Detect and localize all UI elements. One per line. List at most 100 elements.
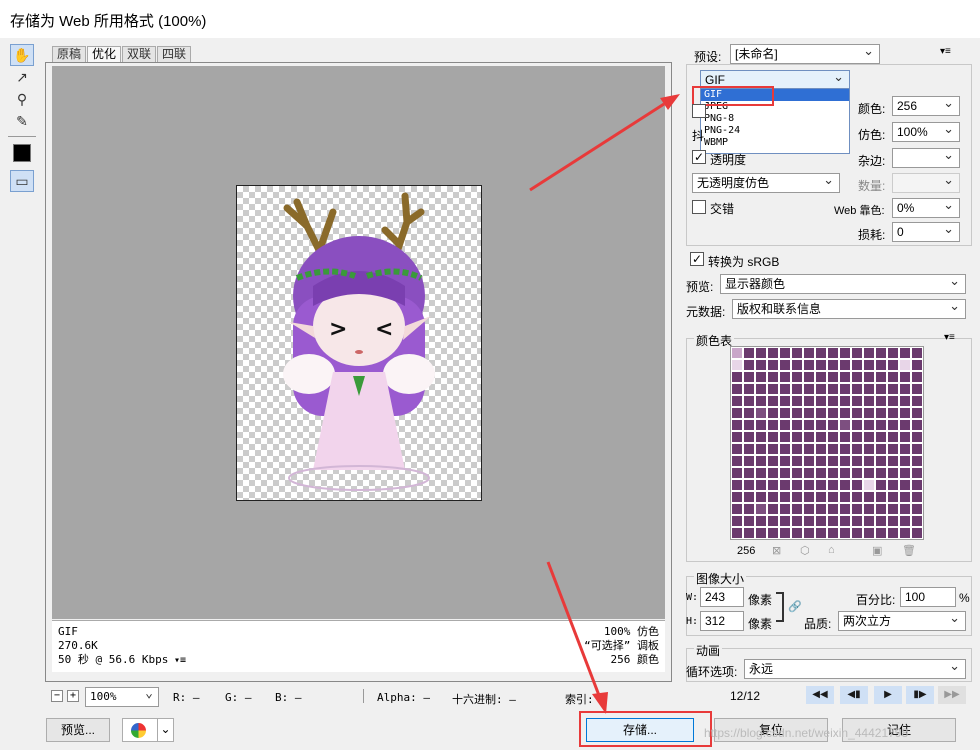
color-swatch[interactable] [851, 347, 863, 359]
color-swatch[interactable] [767, 407, 779, 419]
color-swatch[interactable] [899, 479, 911, 491]
color-swatch[interactable] [887, 419, 899, 431]
color-swatch[interactable] [743, 443, 755, 455]
color-swatch[interactable] [911, 455, 923, 467]
color-swatch[interactable] [887, 431, 899, 443]
color-swatch[interactable] [899, 359, 911, 371]
percent-input[interactable]: 100 [900, 587, 956, 607]
color-swatch[interactable] [851, 515, 863, 527]
color-swatch[interactable] [875, 479, 887, 491]
color-swatch[interactable] [803, 515, 815, 527]
color-swatch[interactable] [815, 443, 827, 455]
color-swatch[interactable] [731, 491, 743, 503]
tab-original[interactable]: 原稿 [52, 46, 87, 62]
color-swatch[interactable] [791, 503, 803, 515]
color-swatch[interactable] [767, 359, 779, 371]
color-swatch[interactable] [887, 359, 899, 371]
color-swatch[interactable] [815, 407, 827, 419]
first-frame-icon[interactable]: ◀◀ [806, 686, 834, 704]
color-swatch[interactable] [755, 491, 767, 503]
color-swatch[interactable] [803, 395, 815, 407]
toggle-slices-icon[interactable]: ▭ [10, 170, 34, 192]
color-swatch[interactable] [779, 383, 791, 395]
color-swatch[interactable] [863, 347, 875, 359]
color-swatch[interactable] [779, 407, 791, 419]
color-swatch[interactable] [731, 443, 743, 455]
color-swatch[interactable] [875, 443, 887, 455]
color-swatch[interactable] [755, 419, 767, 431]
width-input[interactable]: 243 [700, 587, 744, 607]
color-swatch[interactable] [755, 359, 767, 371]
color-swatch[interactable] [767, 527, 779, 539]
color-swatch[interactable] [899, 527, 911, 539]
color-swatch[interactable] [767, 455, 779, 467]
color-swatch[interactable] [863, 527, 875, 539]
color-swatch[interactable] [887, 383, 899, 395]
color-swatch[interactable] [755, 407, 767, 419]
color-swatch[interactable] [779, 527, 791, 539]
color-swatch[interactable] [743, 455, 755, 467]
format-option-png8[interactable]: PNG-8 [701, 113, 849, 125]
color-swatch[interactable] [851, 371, 863, 383]
color-swatch[interactable] [731, 503, 743, 515]
color-swatch[interactable] [899, 443, 911, 455]
color-swatch[interactable] [791, 491, 803, 503]
color-swatch[interactable] [803, 347, 815, 359]
color-swatch[interactable] [743, 503, 755, 515]
color-swatch[interactable] [743, 407, 755, 419]
color-swatch[interactable] [755, 527, 767, 539]
color-swatch[interactable] [875, 515, 887, 527]
color-swatch[interactable] [887, 407, 899, 419]
color-swatch[interactable] [779, 371, 791, 383]
color-swatch[interactable] [803, 371, 815, 383]
color-swatch[interactable] [815, 431, 827, 443]
color-swatch[interactable] [911, 383, 923, 395]
color-swatch[interactable] [731, 383, 743, 395]
color-swatch[interactable] [875, 407, 887, 419]
color-swatch[interactable] [791, 347, 803, 359]
color-swatch[interactable] [803, 407, 815, 419]
color-swatch[interactable] [755, 479, 767, 491]
preview-button[interactable]: 预览... [46, 718, 110, 742]
color-swatch[interactable] [743, 431, 755, 443]
color-swatch[interactable] [731, 371, 743, 383]
color-swatch[interactable] [743, 371, 755, 383]
color-swatch[interactable] [863, 419, 875, 431]
color-swatch[interactable] [803, 479, 815, 491]
color-swatch[interactable] [839, 467, 851, 479]
delete-color-icon[interactable]: 🗑 [902, 544, 916, 557]
dither-select[interactable]: 100% [892, 120, 960, 142]
color-swatch[interactable] [827, 443, 839, 455]
color-swatch[interactable] [911, 503, 923, 515]
lock-color-icon[interactable]: ⌂ [828, 544, 835, 556]
color-swatch[interactable] [803, 383, 815, 395]
zoom-select[interactable]: 100% [85, 685, 159, 707]
color-swatch[interactable] [863, 443, 875, 455]
color-swatch[interactable] [911, 371, 923, 383]
color-swatch[interactable] [911, 467, 923, 479]
color-swatch[interactable] [851, 455, 863, 467]
color-swatch[interactable] [803, 467, 815, 479]
color-swatch[interactable] [887, 371, 899, 383]
color-swatch[interactable] [863, 359, 875, 371]
color-swatch[interactable] [803, 359, 815, 371]
previous-frame-icon[interactable]: ◀▮ [840, 686, 868, 704]
color-swatch[interactable] [899, 383, 911, 395]
zoom-in-button[interactable]: + [67, 690, 79, 702]
color-swatch[interactable] [839, 383, 851, 395]
quality-select[interactable]: 两次立方 [838, 609, 966, 631]
reduction-checkbox-partial[interactable] [692, 104, 706, 118]
color-swatch[interactable] [731, 347, 743, 359]
color-swatch[interactable] [791, 359, 803, 371]
color-swatch[interactable] [815, 359, 827, 371]
slice-select-tool-icon[interactable]: ↗ [10, 66, 34, 88]
color-swatch[interactable] [839, 455, 851, 467]
web-shift-icon[interactable]: ⬡ [800, 544, 810, 557]
color-swatch[interactable] [743, 527, 755, 539]
color-swatch[interactable] [875, 371, 887, 383]
metadata-select[interactable]: 版权和联系信息 [732, 297, 966, 319]
eyedropper-tool-icon[interactable]: ✎ [10, 110, 34, 132]
color-swatch[interactable] [899, 371, 911, 383]
color-swatch[interactable] [887, 347, 899, 359]
color-swatch[interactable] [851, 395, 863, 407]
